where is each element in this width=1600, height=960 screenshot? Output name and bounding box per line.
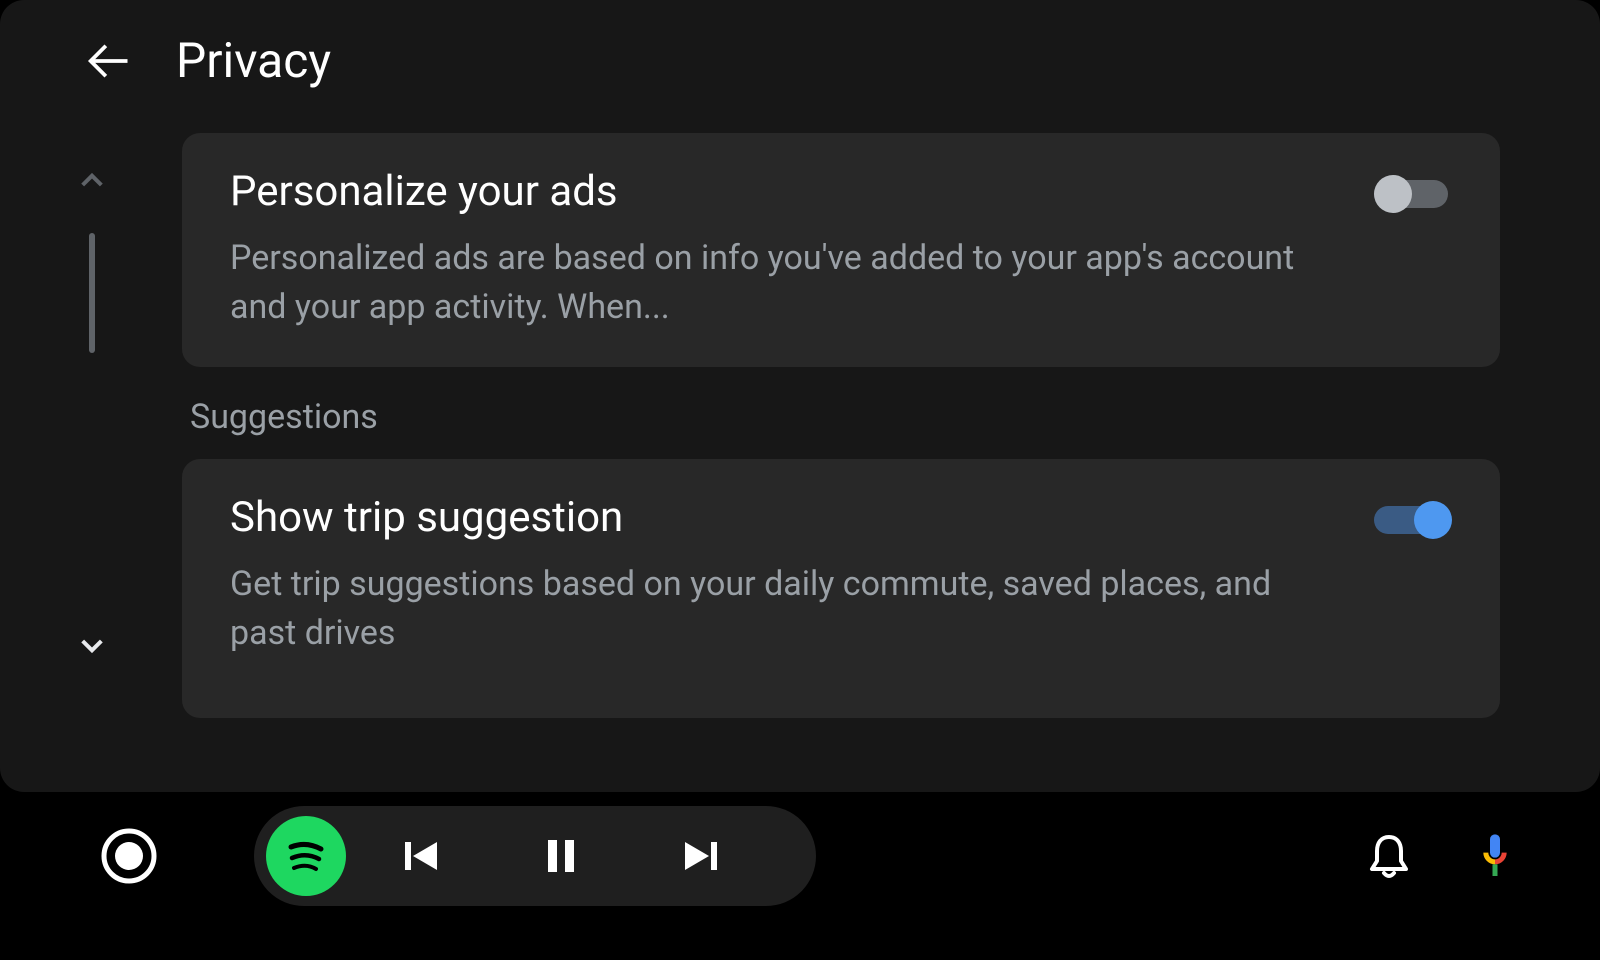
chevron-up-icon (76, 165, 108, 197)
skip-next-icon (679, 834, 723, 878)
home-button[interactable] (100, 827, 158, 885)
scroll-down-button[interactable] (72, 625, 112, 665)
skip-previous-icon (399, 834, 443, 878)
section-header-suggestions: Suggestions (190, 397, 1500, 437)
page-title: Privacy (176, 32, 331, 89)
setting-title: Show trip suggestion (230, 493, 1334, 542)
back-button[interactable] (80, 33, 136, 89)
header: Privacy (0, 0, 1600, 113)
home-icon (100, 827, 158, 885)
media-controls (254, 806, 816, 906)
arrow-left-icon (82, 35, 134, 87)
microphone-icon (1470, 831, 1520, 881)
setting-title: Personalize your ads (230, 167, 1334, 216)
settings-screen: Privacy Personalize your ads Personali (0, 0, 1600, 792)
spotify-icon (281, 831, 331, 881)
previous-track-button[interactable] (356, 816, 486, 896)
next-track-button[interactable] (636, 816, 766, 896)
pause-icon (539, 834, 583, 878)
setting-description: Get trip suggestions based on your daily… (230, 560, 1334, 659)
chevron-down-icon (76, 629, 108, 661)
toggle-personalize-ads[interactable] (1374, 173, 1452, 215)
settings-list: Personalize your ads Personalized ads ar… (122, 113, 1600, 785)
scroll-indicator (62, 113, 122, 785)
toggle-trip-suggestion[interactable] (1374, 499, 1452, 541)
scroll-up-button[interactable] (72, 161, 112, 201)
media-app-button[interactable] (266, 816, 346, 896)
system-navbar (0, 792, 1600, 920)
notifications-button[interactable] (1354, 821, 1424, 891)
setting-description: Personalized ads are based on info you'v… (230, 234, 1334, 333)
setting-personalize-ads[interactable]: Personalize your ads Personalized ads ar… (182, 133, 1500, 367)
bell-icon (1364, 831, 1414, 881)
setting-show-trip-suggestion[interactable]: Show trip suggestion Get trip suggestion… (182, 459, 1500, 719)
voice-assistant-button[interactable] (1460, 821, 1530, 891)
play-pause-button[interactable] (496, 816, 626, 896)
scroll-track (89, 233, 95, 353)
